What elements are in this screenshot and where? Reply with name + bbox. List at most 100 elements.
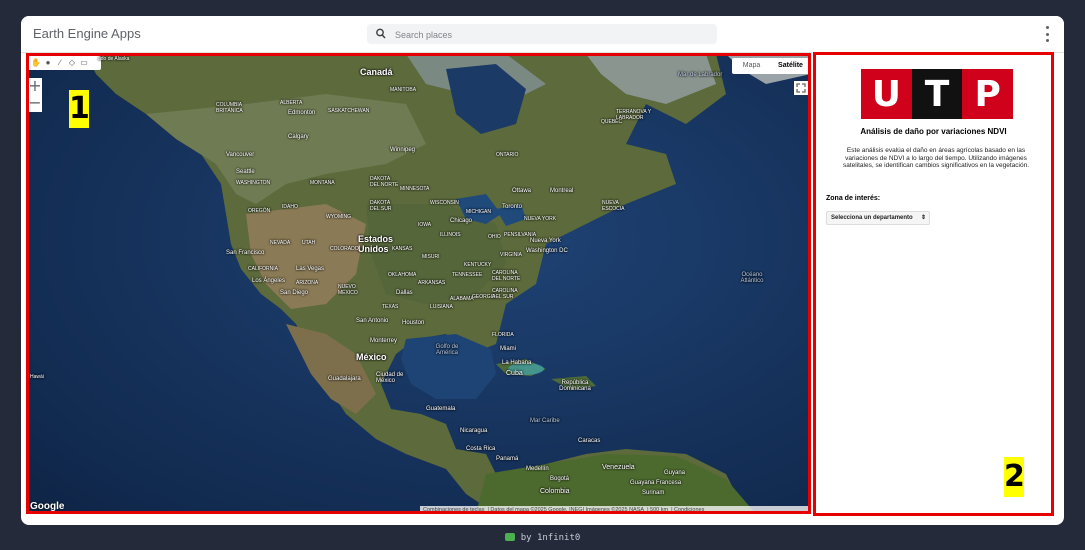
logo-letter: T — [911, 69, 963, 119]
map-label: Winnipeg — [390, 147, 416, 153]
map-label: ARIZONA — [296, 280, 319, 286]
map-label: CAROLINA DEL SUR — [492, 288, 518, 300]
search-icon — [376, 28, 386, 39]
map-label: Cuba — [506, 370, 523, 377]
map-label: Mar de Labrador — [678, 72, 723, 78]
map-label: IDAHO — [282, 204, 298, 210]
line-icon[interactable]: ∕ — [55, 58, 65, 68]
map-label: Los Ángeles — [252, 278, 286, 284]
utp-logo: U T P — [861, 69, 1014, 119]
map-label: Seattle — [236, 169, 255, 175]
map-label: CALIFORNIA — [248, 266, 279, 272]
map-label: Venezuela — [602, 464, 635, 471]
map-label: COLORADO — [330, 246, 359, 252]
map-label: República Dominicana — [559, 380, 591, 392]
map-label: San Antonio — [356, 318, 389, 324]
zoom-out-button[interactable]: − — [28, 95, 42, 112]
map-label: NUEVO MÉXICO — [338, 284, 358, 296]
keyboard-shortcuts-link[interactable]: Combinaciones de teclas — [423, 507, 484, 513]
map-label: NUEVA ESCOCIA — [602, 200, 625, 212]
hand-icon[interactable]: ✋ — [31, 58, 41, 68]
map-label: Golfo de América — [435, 344, 459, 356]
map-label: TENNESSEE — [452, 272, 483, 278]
map-label: MISURI — [422, 254, 440, 260]
map-label: WISCONSIN — [430, 200, 459, 206]
department-select-value: Selecciona un departamento — [831, 215, 913, 221]
search-box[interactable] — [367, 24, 717, 44]
map-label: DAKOTA DEL NORTE — [370, 176, 399, 188]
map-label: San Francisco — [226, 250, 265, 256]
map-label: TERRANOVA Y LABRADOR — [616, 109, 652, 121]
map-label: Houston — [402, 320, 425, 326]
map-label: Washington DC — [526, 248, 568, 254]
app-title: Earth Engine Apps — [33, 26, 141, 41]
annotation-label-1: 1 — [69, 90, 90, 128]
map-label: Surinam — [642, 490, 665, 496]
more-vert-icon[interactable] — [1044, 26, 1050, 42]
zoom-control: + − — [28, 78, 42, 112]
polygon-icon[interactable]: ◇ — [67, 58, 77, 68]
map-label: Océano Atlántico — [740, 272, 764, 284]
map-type-mapa[interactable]: Mapa — [732, 58, 771, 74]
map-label: GEORGIA — [472, 294, 496, 300]
map-label: Guatemala — [426, 406, 456, 412]
map-label: LUISIANA — [430, 304, 453, 310]
terms-link[interactable]: Condiciones — [674, 507, 704, 513]
map-label: Toronto — [502, 204, 523, 210]
satellite-map[interactable]: ✋ ● ∕ ◇ ▭ + − Mapa Satélite ado de Alask… — [26, 54, 811, 514]
map-label: VIRGINIA — [500, 252, 522, 258]
map-label: Montreal — [550, 188, 574, 194]
fullscreen-icon[interactable] — [794, 81, 808, 95]
map-type-satelite[interactable]: Satélite — [771, 58, 810, 74]
map-label: MONTANA — [310, 180, 335, 186]
map-label: Caracas — [578, 438, 601, 444]
map-label: ONTARIO — [496, 152, 519, 158]
point-icon[interactable]: ● — [43, 58, 53, 68]
map-label: Bogotá — [550, 476, 570, 482]
drawing-tools[interactable]: ✋ ● ∕ ◇ ▭ — [28, 56, 101, 70]
logo-letter: P — [962, 69, 1014, 119]
search-input[interactable] — [393, 26, 707, 44]
map-label: FLORIDA — [492, 332, 514, 338]
department-select[interactable]: Selecciona un departamento ⇕ — [826, 211, 930, 225]
panel-description: Este análisis evalúa el daño en áreas ag… — [842, 147, 1030, 169]
map-label: Guyana — [664, 470, 686, 476]
app-window: Earth Engine Apps Search places ✋ ● ∕ ◇ … — [21, 16, 1064, 525]
scale-text: 500 km — [650, 507, 669, 513]
map-label: ALBERTA — [280, 100, 303, 106]
map-label: NUEVA YORK — [524, 216, 557, 222]
map-label: Medellín — [526, 466, 549, 472]
map-label: IOWA — [418, 222, 432, 228]
map-label: WASHINGTON — [236, 180, 271, 186]
camera-icon — [504, 533, 515, 541]
map-label: Colombia — [540, 488, 570, 495]
map-label: ado de Alaska — [98, 56, 130, 62]
map-label: Guayana Francesa — [630, 480, 682, 486]
map-label: NEVADA — [270, 240, 291, 246]
map-label: CAROLINA DEL NORTE — [492, 270, 521, 282]
map-label: Dallas — [396, 290, 413, 296]
map-label: PENSILVANIA — [504, 232, 537, 238]
map-label: Panamá — [496, 456, 519, 462]
map-label: COLUMBIA BRITÁNICA — [216, 102, 243, 114]
map-label: Chicago — [450, 218, 473, 224]
map-label: MICHIGAN — [466, 209, 491, 215]
footer: by 1nfinit0 — [0, 533, 1085, 543]
map-label: SASKATCHEWAN — [328, 108, 370, 114]
zone-label: Zona de interés: — [826, 195, 881, 202]
logo-letter: U — [861, 69, 912, 119]
map-label: MINNESOTA — [400, 186, 430, 192]
map-type-control: Mapa Satélite — [732, 58, 810, 74]
map-label: Edmonton — [288, 110, 316, 116]
map-label: KANSAS — [392, 246, 413, 252]
select-arrows-icon: ⇕ — [920, 215, 926, 221]
map-label: WYOMING — [326, 214, 351, 220]
map-label: ALABAMA — [450, 296, 474, 302]
map-label: Calgary — [288, 134, 309, 140]
rectangle-icon[interactable]: ▭ — [79, 58, 89, 68]
panel-title: Análisis de daño por variaciones NDVI — [860, 127, 1007, 136]
map-label: Guadalajara — [328, 376, 361, 382]
map-label: Canadá — [360, 67, 393, 77]
map-label: UTAH — [302, 240, 316, 246]
map-label: Costa Rica — [466, 446, 496, 452]
